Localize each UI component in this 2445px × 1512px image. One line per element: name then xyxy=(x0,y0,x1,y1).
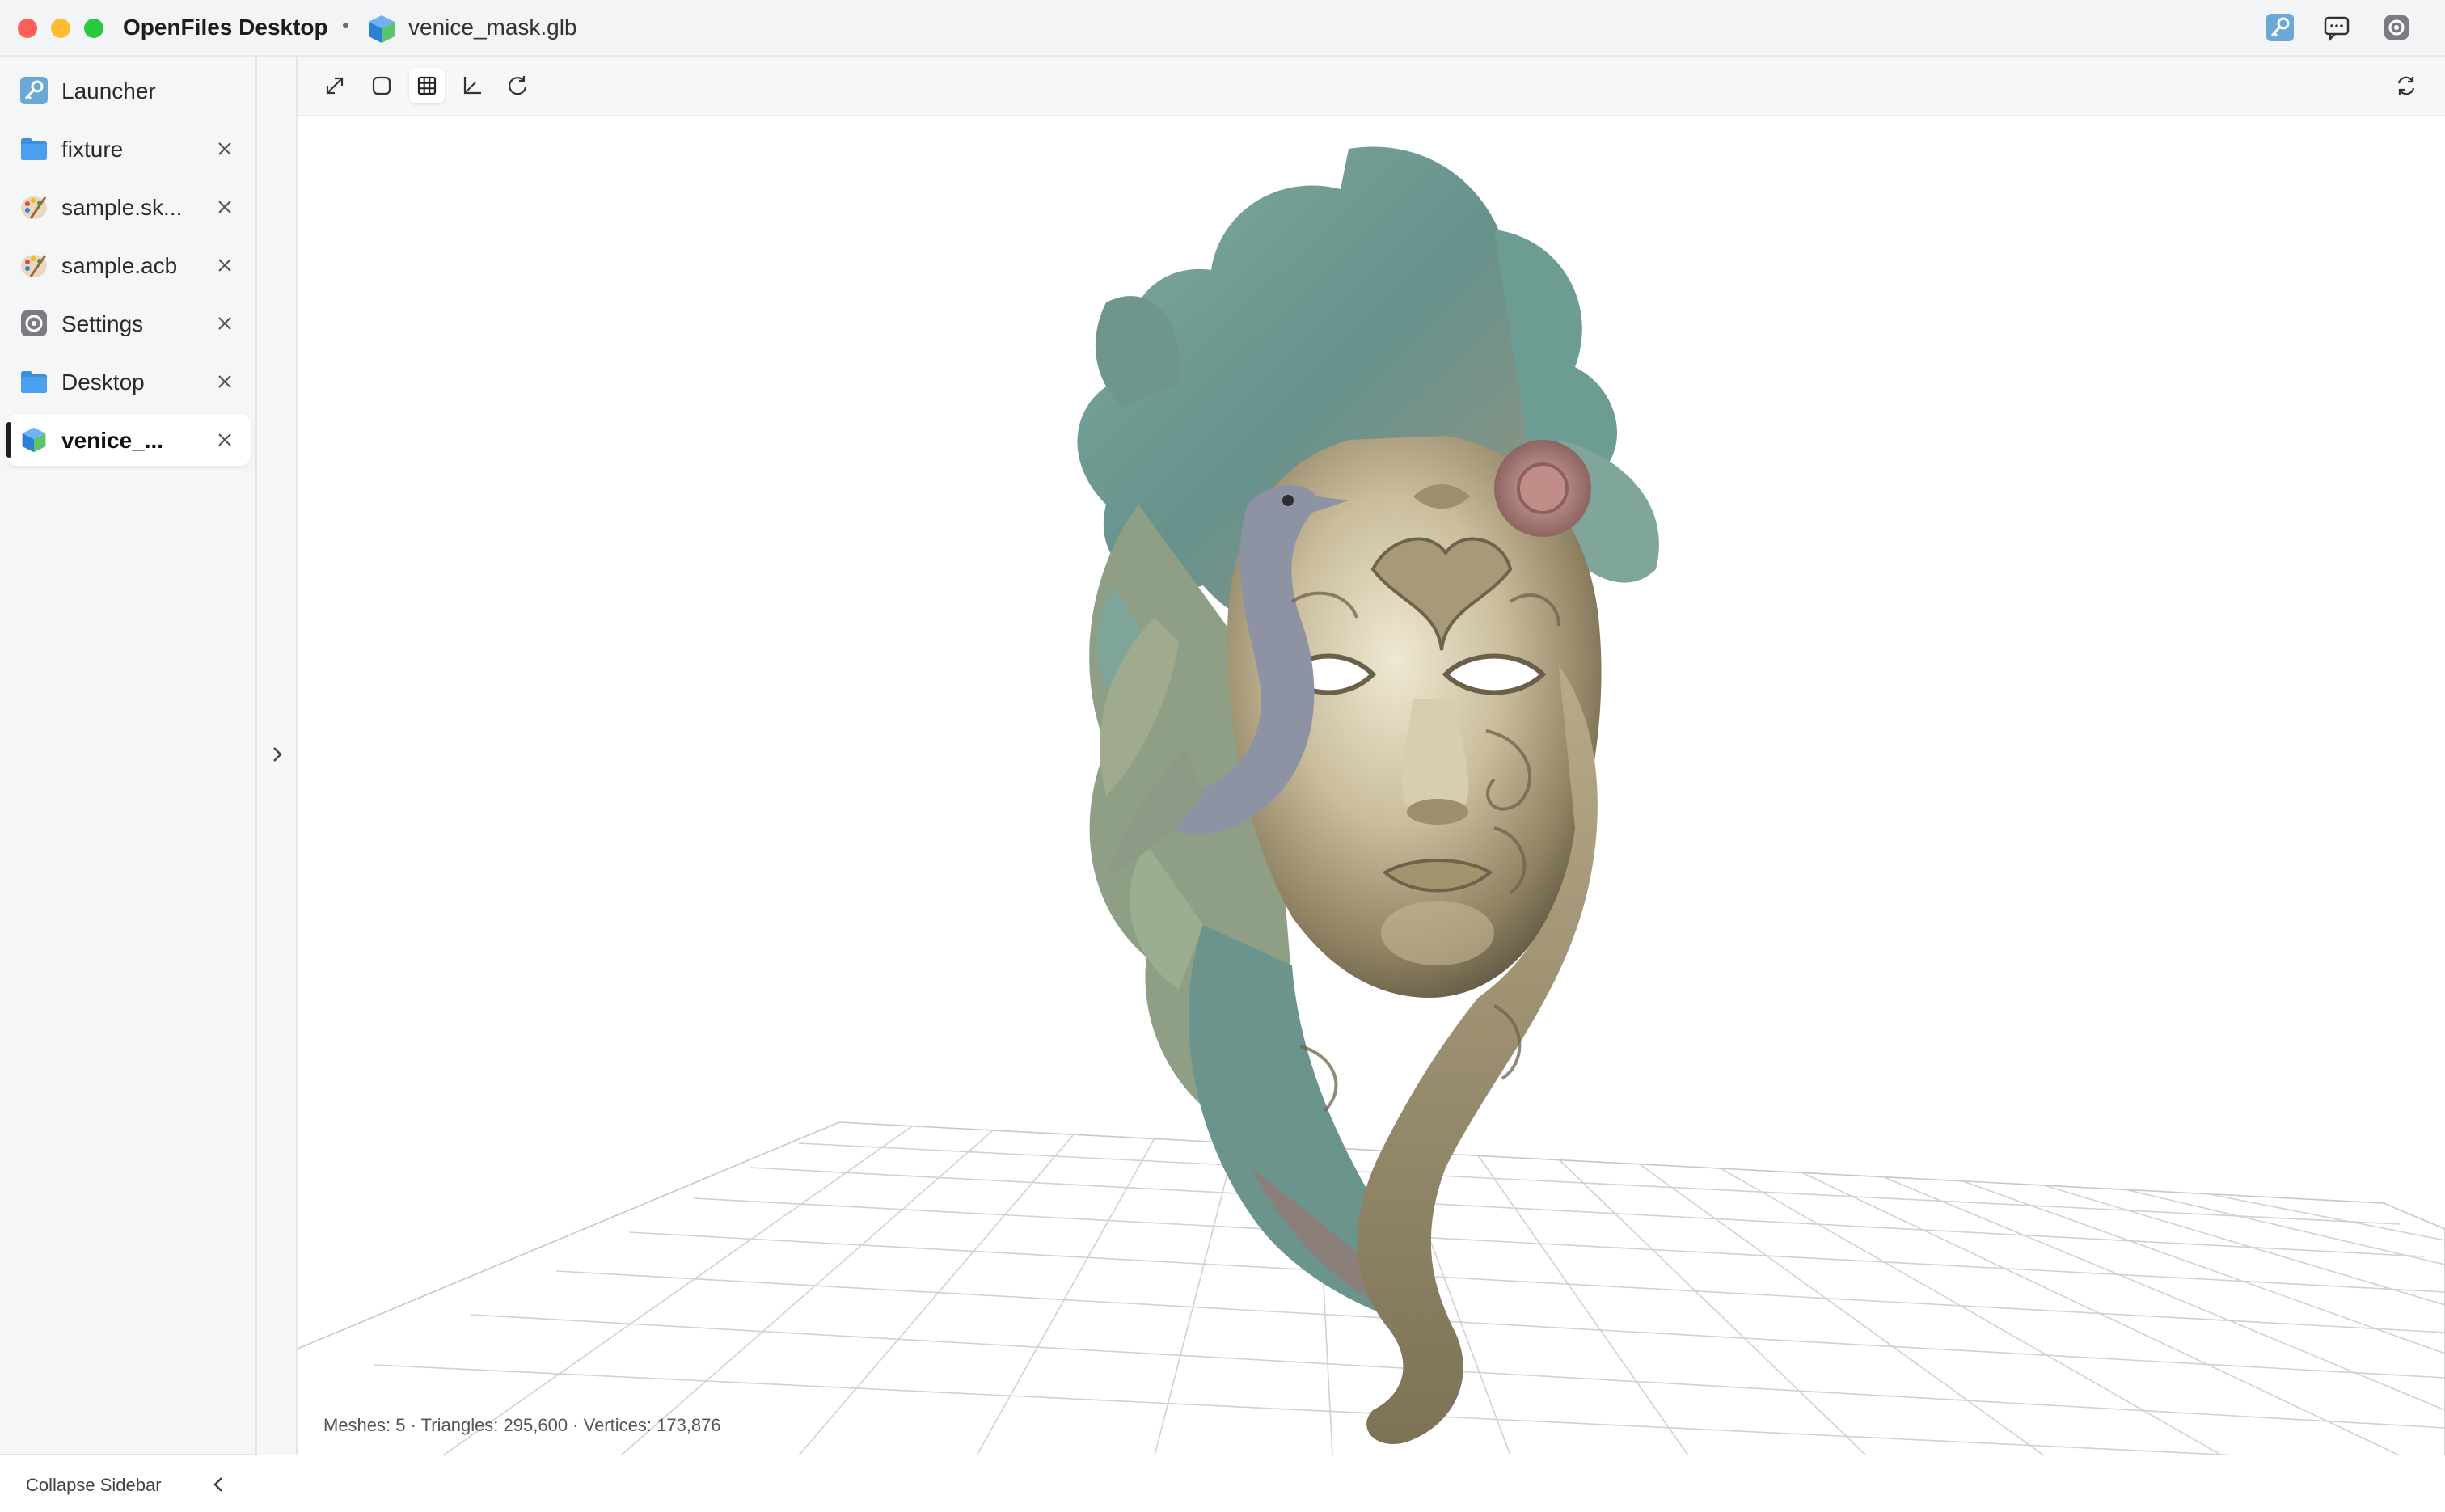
close-tab-icon[interactable] xyxy=(213,370,236,393)
settings-gear-icon[interactable] xyxy=(2382,13,2411,42)
bounding-box-icon xyxy=(372,76,391,95)
minimize-window-button[interactable] xyxy=(51,19,70,38)
close-tab-icon[interactable] xyxy=(213,312,236,335)
3d-viewport[interactable]: Meshes: 5 · Triangles: 295,600 · Vertice… xyxy=(298,116,2445,1455)
venice-mask-model xyxy=(1077,146,1659,1444)
close-window-button[interactable] xyxy=(18,19,37,38)
collapse-sidebar-label: Collapse Sidebar xyxy=(26,1475,162,1495)
fullscreen-icon xyxy=(326,77,344,95)
reload-button[interactable] xyxy=(2388,68,2424,103)
cube-icon xyxy=(369,15,395,43)
sidebar-tab-fixture[interactable]: fixture xyxy=(6,123,251,175)
key-icon xyxy=(20,77,48,104)
folder-icon xyxy=(21,371,47,393)
sidebar-tab-sample-acb[interactable]: sample.acb xyxy=(6,239,251,291)
chat-icon[interactable] xyxy=(2322,13,2351,42)
axes-icon xyxy=(463,77,481,95)
fullscreen-button[interactable] xyxy=(317,68,353,103)
sidebar-tab-venice-mask[interactable]: venice_... xyxy=(6,414,251,466)
collapse-sidebar-button[interactable]: Collapse Sidebar xyxy=(0,1454,255,1512)
sidebar-tab-sample-sk[interactable]: sample.sk... xyxy=(6,181,251,233)
folder-icon xyxy=(21,138,47,160)
sidebar-tab-label: sample.acb xyxy=(61,253,178,278)
close-tab-icon[interactable] xyxy=(213,254,236,277)
launcher-key-icon[interactable] xyxy=(2266,13,2295,42)
sidebar-tab-launcher[interactable]: Launcher xyxy=(6,65,251,116)
model-stats: Meshes: 5 · Triangles: 295,600 · Vertice… xyxy=(323,1415,721,1435)
refresh-icon xyxy=(2397,76,2415,95)
sidebar-tab-label: sample.sk... xyxy=(61,195,183,220)
current-file-name: venice_mask.glb xyxy=(408,15,577,40)
active-tab-indicator xyxy=(6,422,11,458)
chevron-right-icon[interactable] xyxy=(267,742,288,767)
chevron-left-icon xyxy=(213,1477,222,1492)
sidebar-tab-label: fixture xyxy=(61,137,124,162)
sidebar-tab-label: Desktop xyxy=(61,370,145,395)
palette-icon xyxy=(21,255,47,277)
palette-icon xyxy=(21,196,47,219)
sidebar-tab-label: Settings xyxy=(61,311,144,336)
close-tab-icon[interactable] xyxy=(213,196,236,218)
grid-button[interactable] xyxy=(409,68,445,103)
rotate-icon xyxy=(509,76,527,95)
sidebar-tab-settings[interactable]: Settings xyxy=(6,298,251,349)
sidebar-tab-desktop[interactable]: Desktop xyxy=(6,356,251,408)
sidebar: Launcher fixture sample.sk... sample.acb… xyxy=(0,57,257,1495)
app-title: OpenFiles Desktop xyxy=(123,15,328,40)
close-tab-icon[interactable] xyxy=(213,429,236,451)
axes-button[interactable] xyxy=(454,68,490,103)
title-bar: OpenFiles Desktop • venice_mask.glb xyxy=(0,0,2445,57)
auto-rotate-button[interactable] xyxy=(500,68,535,103)
3d-scene xyxy=(298,146,2445,1455)
sidebar-resize-handle[interactable] xyxy=(257,57,298,1455)
viewer-toolbar xyxy=(298,57,2445,116)
sidebar-tab-label: Launcher xyxy=(61,78,156,103)
cube-icon xyxy=(22,427,46,453)
bounding-box-button[interactable] xyxy=(364,68,399,103)
gear-icon xyxy=(21,310,47,336)
sidebar-tab-label: venice_... xyxy=(61,428,164,453)
title-separator: • xyxy=(342,13,350,37)
grid-icon xyxy=(417,76,437,95)
zoom-window-button[interactable] xyxy=(84,19,103,38)
close-tab-icon[interactable] xyxy=(213,137,236,160)
